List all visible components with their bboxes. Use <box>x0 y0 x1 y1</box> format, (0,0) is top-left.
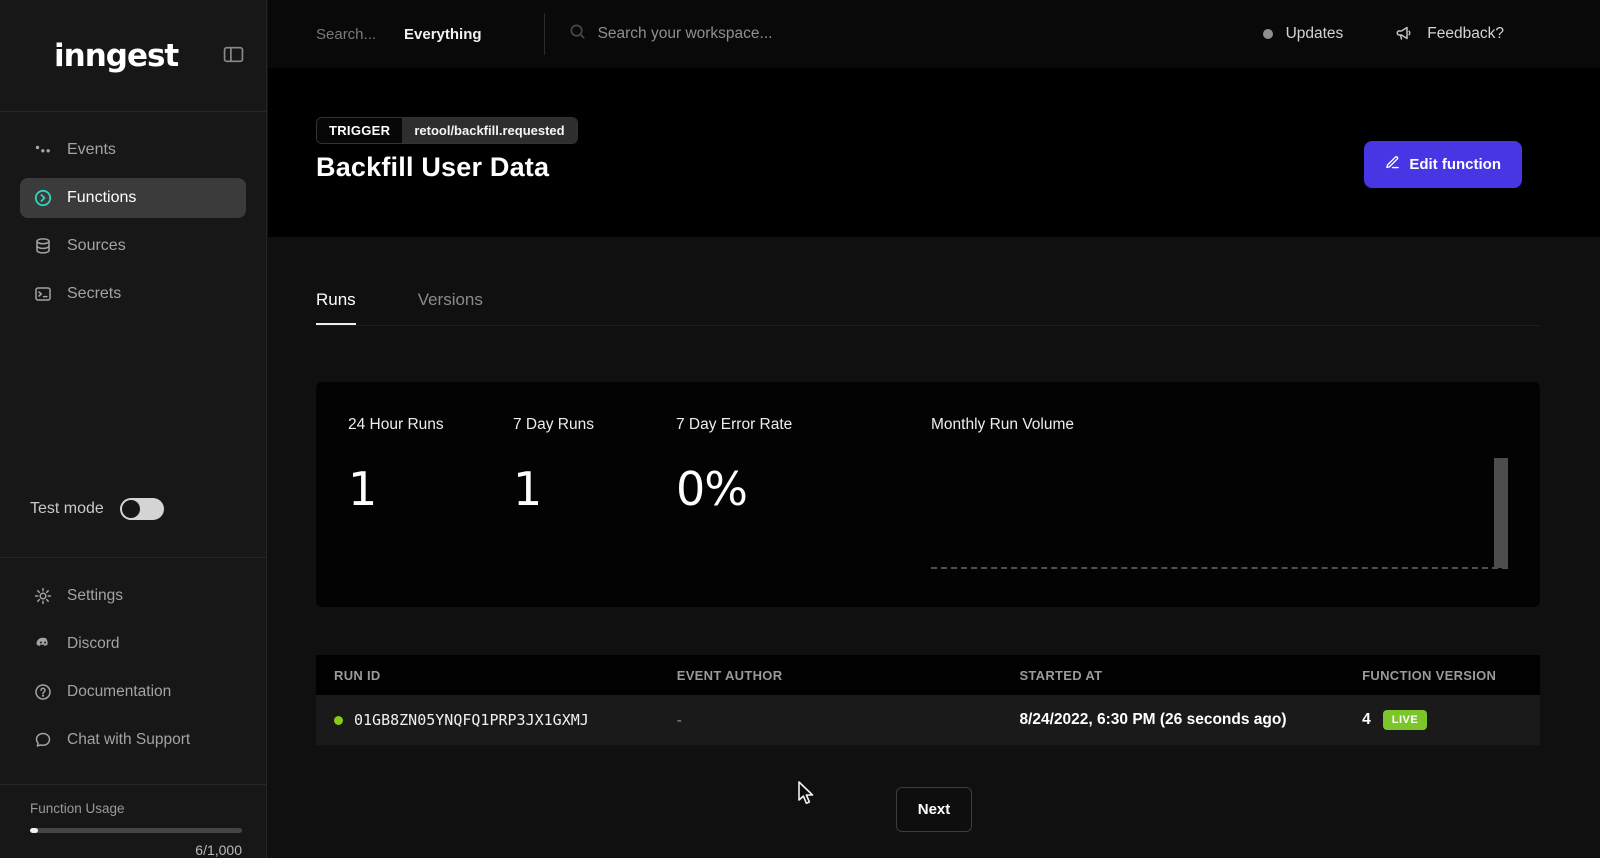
version-number: 4 <box>1362 711 1371 729</box>
chart-title: Monthly Run Volume <box>931 416 1508 434</box>
topbar: Search... Everything Updates Feedback? <box>268 0 1600 68</box>
run-id-cell: 01GB8ZN05YNQFQ1PRP3JX1GXMJ <box>316 711 659 729</box>
collapse-sidebar-button[interactable] <box>223 45 244 67</box>
sidebar-item-label: Chat with Support <box>67 731 190 749</box>
panel-collapse-icon <box>223 45 244 67</box>
trigger-badge-label: TRIGGER <box>317 118 402 143</box>
pencil-icon <box>1385 155 1400 174</box>
function-usage-value: 6/1,000 <box>30 842 242 858</box>
function-usage-progressbar <box>30 828 242 833</box>
sidebar-spacer <box>0 322 266 487</box>
sidebar-item-label: Events <box>67 141 116 159</box>
workspace-search[interactable] <box>569 23 1263 45</box>
terminal-icon <box>34 285 52 303</box>
functions-circle-chevron-icon <box>34 189 52 207</box>
edit-function-label: Edit function <box>1409 156 1501 173</box>
column-header-event-author: EVENT AUTHOR <box>659 668 1002 683</box>
runs-table: RUN ID EVENT AUTHOR STARTED AT FUNCTION … <box>316 655 1540 745</box>
sidebar: inngest Events Functions <box>0 0 267 858</box>
database-icon <box>34 237 52 255</box>
main-content: Runs Versions 24 Hour Runs 1 7 Day Runs … <box>268 237 1600 858</box>
function-usage-block: Function Usage 6/1,000 <box>0 785 266 858</box>
stat-label: 24 Hour Runs <box>348 416 513 434</box>
sidebar-item-label: Discord <box>67 635 120 653</box>
sidebar-item-sources[interactable]: Sources <box>20 226 246 266</box>
stat-label: 7 Day Runs <box>513 416 676 434</box>
run-id-value: 01GB8ZN05YNQFQ1PRP3JX1GXMJ <box>354 711 589 729</box>
sidebar-item-discord[interactable]: Discord <box>20 624 246 664</box>
chart-limit-dashed-line <box>931 567 1508 569</box>
event-author-cell: - <box>659 712 1002 729</box>
search-scope-selector[interactable]: Everything <box>404 26 482 43</box>
stat-value: 0% <box>676 462 931 516</box>
trigger-badge: TRIGGER retool/backfill.requested <box>316 117 578 144</box>
sidebar-item-label: Documentation <box>67 683 171 701</box>
sidebar-item-label: Functions <box>67 189 136 207</box>
sidebar-item-functions[interactable]: Functions <box>20 178 246 218</box>
chart-bar <box>1494 458 1508 568</box>
column-header-function-version: FUNCTION VERSION <box>1344 668 1540 683</box>
test-mode-toggle[interactable] <box>120 498 164 520</box>
function-usage-label: Function Usage <box>30 801 242 816</box>
feedback-link[interactable]: Feedback? <box>1427 25 1504 43</box>
tab-runs[interactable]: Runs <box>316 290 356 325</box>
discord-icon <box>34 636 52 652</box>
toggle-knob <box>122 500 140 518</box>
table-header-row: RUN ID EVENT AUTHOR STARTED AT FUNCTION … <box>316 655 1540 695</box>
stat-value: 1 <box>513 462 676 516</box>
live-status-badge: LIVE <box>1383 710 1427 730</box>
column-header-run-id: RUN ID <box>316 668 659 683</box>
test-mode-label: Test mode <box>30 500 104 518</box>
events-dots-icon <box>34 141 52 159</box>
help-circle-icon <box>34 683 52 701</box>
workspace-search-input[interactable] <box>598 25 918 43</box>
function-header: TRIGGER retool/backfill.requested Backfi… <box>268 68 1600 237</box>
stat-24h-runs: 24 Hour Runs 1 <box>348 416 513 607</box>
monthly-run-volume-chart <box>931 457 1508 569</box>
tab-versions[interactable]: Versions <box>418 290 483 325</box>
sidebar-item-chat-support[interactable]: Chat with Support <box>20 720 246 760</box>
page-title: Backfill User Data <box>316 152 549 183</box>
run-status-dot-icon <box>334 716 343 725</box>
megaphone-icon <box>1393 24 1414 44</box>
stat-label: 7 Day Error Rate <box>676 416 931 434</box>
stat-7d-error-rate: 7 Day Error Rate 0% <box>676 416 931 607</box>
started-at-cell: 8/24/2022, 6:30 PM (26 seconds ago) <box>1001 711 1344 729</box>
edit-function-button[interactable]: Edit function <box>1364 141 1522 188</box>
search-hint[interactable]: Search... <box>316 26 376 43</box>
sidebar-footer-nav: Settings Discord Documentation <box>0 558 266 768</box>
sidebar-item-secrets[interactable]: Secrets <box>20 274 246 314</box>
sidebar-logo-row: inngest <box>0 0 266 112</box>
updates-link[interactable]: Updates <box>1286 25 1344 43</box>
chat-bubble-icon <box>34 731 52 749</box>
tabs: Runs Versions <box>316 290 1540 326</box>
next-page-button[interactable]: Next <box>896 787 973 832</box>
sidebar-item-settings[interactable]: Settings <box>20 576 246 616</box>
stats-card: 24 Hour Runs 1 7 Day Runs 1 7 Day Error … <box>316 382 1540 607</box>
table-row[interactable]: 01GB8ZN05YNQFQ1PRP3JX1GXMJ - 8/24/2022, … <box>316 695 1540 745</box>
sidebar-item-label: Settings <box>67 587 123 605</box>
test-mode-row: Test mode <box>0 487 266 531</box>
stat-7d-runs: 7 Day Runs 1 <box>513 416 676 607</box>
search-icon <box>569 23 586 45</box>
sidebar-item-documentation[interactable]: Documentation <box>20 672 246 712</box>
sidebar-nav: Events Functions Sources <box>0 112 266 322</box>
sidebar-item-events[interactable]: Events <box>20 130 246 170</box>
gear-icon <box>34 587 52 605</box>
sidebar-item-label: Secrets <box>67 285 121 303</box>
inngest-logo: inngest <box>54 38 223 74</box>
divider <box>544 13 545 55</box>
function-usage-progress-fill <box>30 828 38 833</box>
topbar-right: Updates Feedback? <box>1263 24 1504 44</box>
stat-value: 1 <box>348 462 513 516</box>
column-header-started-at: STARTED AT <box>1001 668 1344 683</box>
function-version-cell: 4 LIVE <box>1344 710 1540 730</box>
trigger-event-name: retool/backfill.requested <box>402 118 576 143</box>
updates-dot-icon <box>1263 29 1273 39</box>
sidebar-item-label: Sources <box>67 237 126 255</box>
